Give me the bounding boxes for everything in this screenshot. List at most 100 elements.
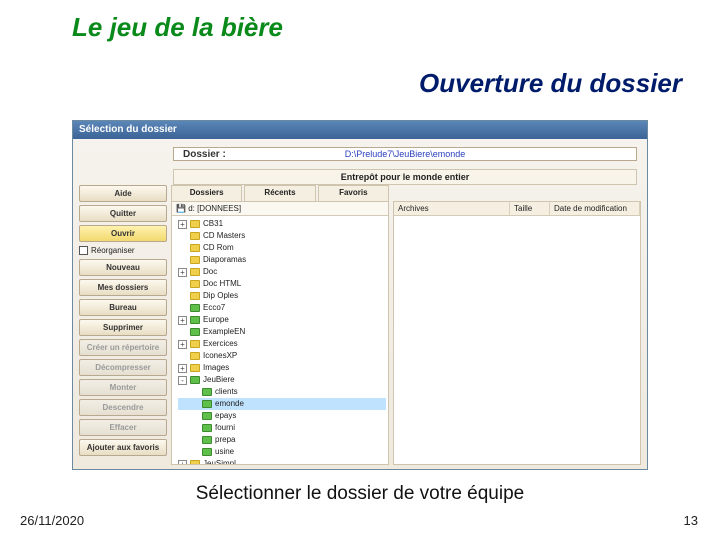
tree-item[interactable]: + JeuSimpl (178, 458, 386, 465)
tree-item-label: prepa (215, 434, 235, 446)
tree-item[interactable]: IconesXP (178, 350, 386, 362)
folder-tree[interactable]: + CB31CD MastersCD RomDiaporamas + DocDoc H… (172, 216, 388, 465)
folder-icon (190, 352, 200, 360)
tree-item-label: usine (215, 446, 234, 458)
dossier-label: Dossier : (183, 149, 226, 160)
folder-icon (190, 268, 200, 276)
folder-icon (190, 280, 200, 288)
folder-icon (190, 292, 200, 300)
slide-caption: Sélectionner le dossier de votre équipe (0, 483, 720, 505)
tree-item[interactable]: usine (178, 446, 386, 458)
tree-item-label: JeuSimpl (203, 458, 236, 465)
tab-recents[interactable]: Récents (244, 185, 315, 201)
folder-icon (190, 244, 200, 252)
folder-icon (190, 316, 200, 324)
ajouter-favoris-button[interactable]: Ajouter aux favoris (79, 439, 167, 456)
tree-item[interactable]: - JeuBiere (178, 374, 386, 386)
folder-icon (202, 388, 212, 396)
folder-icon (202, 400, 212, 408)
monter-button: Monter (79, 379, 167, 396)
tree-item-label: emonde (215, 398, 244, 410)
drive-selector[interactable]: 💾 d: [DONNEES] (172, 202, 388, 216)
tree-item[interactable]: CD Rom (178, 242, 386, 254)
col-archives[interactable]: Archives (394, 202, 510, 215)
folder-icon (190, 232, 200, 240)
descendre-button: Descendre (79, 399, 167, 416)
tree-item[interactable]: Diaporamas (178, 254, 386, 266)
tree-item-label: Diaporamas (203, 254, 246, 266)
folder-icon (202, 436, 212, 444)
reorganiser-checkbox[interactable]: Réorganiser (79, 245, 167, 256)
expand-icon[interactable]: + (178, 316, 187, 325)
folder-icon (202, 448, 212, 456)
folders-column: Dossiers Récents Favoris 💾 d: [DONNEES] … (171, 185, 389, 465)
tree-item[interactable]: + Doc (178, 266, 386, 278)
folder-icon (190, 460, 200, 465)
col-datemod[interactable]: Date de modification (550, 202, 640, 215)
mesdossiers-button[interactable]: Mes dossiers (79, 279, 167, 296)
folder-icon (190, 328, 200, 336)
tree-item[interactable]: + CB31 (178, 218, 386, 230)
tree-item-label: IconesXP (203, 350, 237, 362)
folder-icon (190, 376, 200, 384)
tree-item[interactable]: Dip Oples (178, 290, 386, 302)
expand-icon[interactable]: + (178, 460, 187, 466)
tree-item-label: CD Rom (203, 242, 234, 254)
tree-item[interactable]: fourni (178, 422, 386, 434)
slide-title: Le jeu de la bière (72, 12, 283, 43)
slide-date: 26/11/2020 (20, 513, 84, 528)
expand-icon[interactable]: + (178, 220, 187, 229)
expand-icon[interactable]: + (178, 340, 187, 349)
tree-item-label: Ecco7 (203, 302, 225, 314)
tree-item[interactable]: emonde (178, 398, 386, 410)
tree-item-label: Dip Oples (203, 290, 238, 302)
tree-item[interactable]: + Exercices (178, 338, 386, 350)
tree-item[interactable]: + Europe (178, 314, 386, 326)
ouvrir-button[interactable]: Ouvrir (79, 225, 167, 242)
expand-icon[interactable]: + (178, 268, 187, 277)
tree-item-label: CD Masters (203, 230, 245, 242)
tree-item[interactable]: clients (178, 386, 386, 398)
tree-item-label: Images (203, 362, 229, 374)
effacer-button: Effacer (79, 419, 167, 436)
tree-item[interactable]: Ecco7 (178, 302, 386, 314)
entrepot-banner: Entrepôt pour le monde entier (173, 169, 637, 185)
reorganiser-label: Réorganiser (91, 246, 135, 255)
tree-item-label: CB31 (203, 218, 223, 230)
tab-favoris[interactable]: Favoris (318, 185, 389, 201)
archives-column: . Archives Taille Date de modification (393, 185, 641, 465)
slide-subtitle: Ouverture du dossier (419, 68, 682, 99)
folder-icon (202, 412, 212, 420)
folder-icon (190, 340, 200, 348)
aide-button[interactable]: Aide (79, 185, 167, 202)
bureau-button[interactable]: Bureau (79, 299, 167, 316)
tree-item-label: Exercices (203, 338, 238, 350)
tree-item-label: epays (215, 410, 236, 422)
tree-item-label: JeuBiere (203, 374, 235, 386)
folder-icon (190, 304, 200, 312)
folder-icon (190, 256, 200, 264)
tree-item[interactable]: + Images (178, 362, 386, 374)
tab-dossiers[interactable]: Dossiers (171, 185, 242, 201)
tree-item-label: Doc HTML (203, 278, 241, 290)
collapse-icon[interactable]: - (178, 376, 187, 385)
quitter-button[interactable]: Quitter (79, 205, 167, 222)
tree-item[interactable]: CD Masters (178, 230, 386, 242)
tree-item[interactable]: prepa (178, 434, 386, 446)
tree-item-label: clients (215, 386, 238, 398)
dialog-window: Sélection du dossier Dossier : D:\Prelud… (72, 120, 648, 470)
tree-item[interactable]: ExampleEN (178, 326, 386, 338)
tree-item[interactable]: epays (178, 410, 386, 422)
decompresser-button: Décompresser (79, 359, 167, 376)
tree-item-label: Doc (203, 266, 217, 278)
nouveau-button[interactable]: Nouveau (79, 259, 167, 276)
supprimer-button[interactable]: Supprimer (79, 319, 167, 336)
tree-item-label: Europe (203, 314, 229, 326)
tree-item-label: fourni (215, 422, 235, 434)
col-taille[interactable]: Taille (510, 202, 550, 215)
folder-icon (202, 424, 212, 432)
expand-icon[interactable]: + (178, 364, 187, 373)
tree-item[interactable]: Doc HTML (178, 278, 386, 290)
dossier-path-field[interactable]: D:\Prelude7\JeuBiere\emonde (173, 147, 637, 161)
creer-rep-button: Créer un répertoire (79, 339, 167, 356)
